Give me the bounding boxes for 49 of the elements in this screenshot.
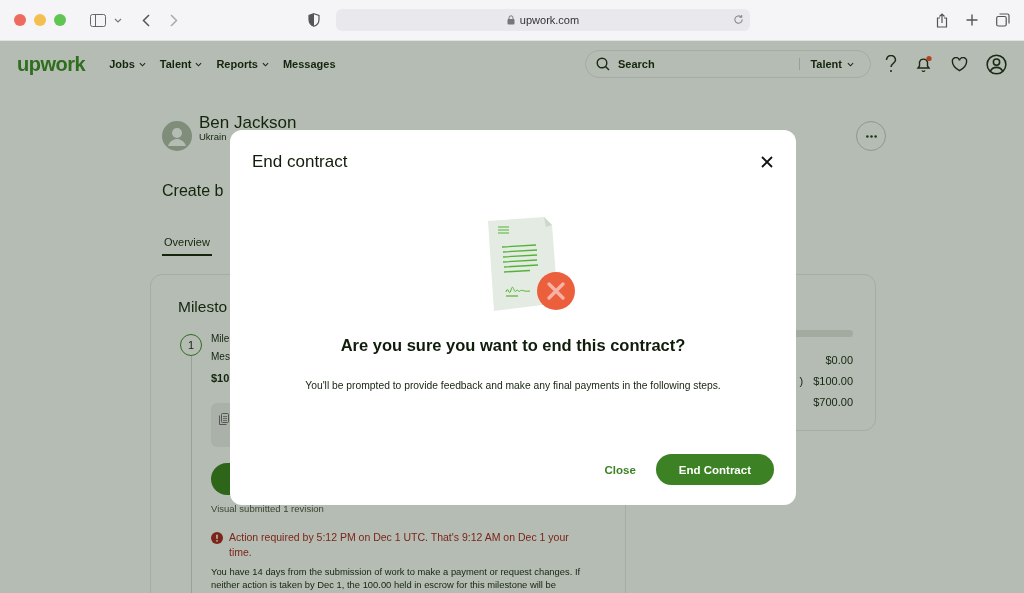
url-text: upwork.com bbox=[519, 14, 580, 26]
dialog-message: You'll be prompted to provide feedback and make any final payments in the following steps. bbox=[305, 380, 721, 391]
freelancer-location: Ukrain bbox=[199, 130, 228, 143]
end-contract-button[interactable]: End Contract bbox=[655, 454, 774, 485]
confirmation-question: Are you sure you want to end this contract? bbox=[340, 336, 686, 355]
dialog-title: End contract bbox=[252, 152, 348, 172]
search-scope-dropdown[interactable]: Talent bbox=[799, 58, 854, 70]
user-account-icon[interactable] bbox=[986, 53, 1007, 75]
contract-title: Create b bbox=[162, 181, 225, 200]
address-bar[interactable]: upwork.com bbox=[336, 9, 750, 31]
revision-note: Visual submitted 1 revision bbox=[211, 503, 324, 514]
document-icon bbox=[219, 413, 229, 425]
summary-amount: $0.00 bbox=[825, 353, 853, 368]
more-dots-icon bbox=[865, 134, 877, 138]
info-text: You have 14 days from the submission of work to make a payment or request changes. If bbox=[211, 566, 581, 578]
caret-icon bbox=[847, 61, 854, 67]
milestones-heading: Milesto bbox=[178, 297, 229, 316]
search-icon bbox=[596, 57, 610, 71]
tab[interactable]: Overview bbox=[162, 236, 212, 256]
shield-icon[interactable] bbox=[308, 13, 320, 27]
reload-icon[interactable] bbox=[733, 14, 744, 25]
freelancer-name: Ben Jackson bbox=[199, 113, 297, 131]
nav-menu-item[interactable]: Reports bbox=[216, 58, 269, 70]
plus-icon[interactable] bbox=[966, 14, 978, 26]
chevron-down-icon[interactable] bbox=[114, 17, 122, 23]
tabs-overview-icon[interactable] bbox=[996, 13, 1010, 27]
info-text: neither action is taken by Dec 1, the 100.00 held in escrow for this milestone will be bbox=[211, 579, 556, 591]
share-icon[interactable] bbox=[936, 12, 948, 28]
milestone-subtitle: Mes bbox=[211, 350, 230, 364]
alert-icon bbox=[211, 532, 223, 544]
lock-icon bbox=[506, 15, 515, 25]
close-window-icon[interactable] bbox=[14, 14, 26, 26]
milestone-title: Mile bbox=[211, 332, 230, 346]
summary-amount: $700.00 bbox=[813, 395, 853, 410]
nav-menu-item[interactable]: Talent bbox=[159, 58, 203, 70]
summary-label: ) bbox=[799, 374, 804, 389]
close-button[interactable]: Close bbox=[602, 459, 638, 480]
nav-menu-item[interactable]: Messages bbox=[282, 58, 336, 70]
heart-icon[interactable] bbox=[951, 56, 968, 72]
milestone-amount: $10 bbox=[211, 372, 230, 384]
bell-icon[interactable] bbox=[915, 55, 933, 73]
help-icon[interactable] bbox=[885, 55, 897, 73]
summary-amount: $100.00 bbox=[813, 374, 853, 389]
avatar-silhouette bbox=[162, 121, 192, 151]
sidebar-icon[interactable] bbox=[90, 13, 106, 27]
back-icon[interactable] bbox=[142, 13, 150, 27]
close-icon[interactable] bbox=[761, 156, 773, 168]
nav-menu-item[interactable]: Jobs bbox=[109, 58, 146, 70]
alert-message: Action required by 5:12 PM on Dec 1 UTC. That's 9:12 AM on Dec 1 your time. bbox=[229, 530, 570, 560]
